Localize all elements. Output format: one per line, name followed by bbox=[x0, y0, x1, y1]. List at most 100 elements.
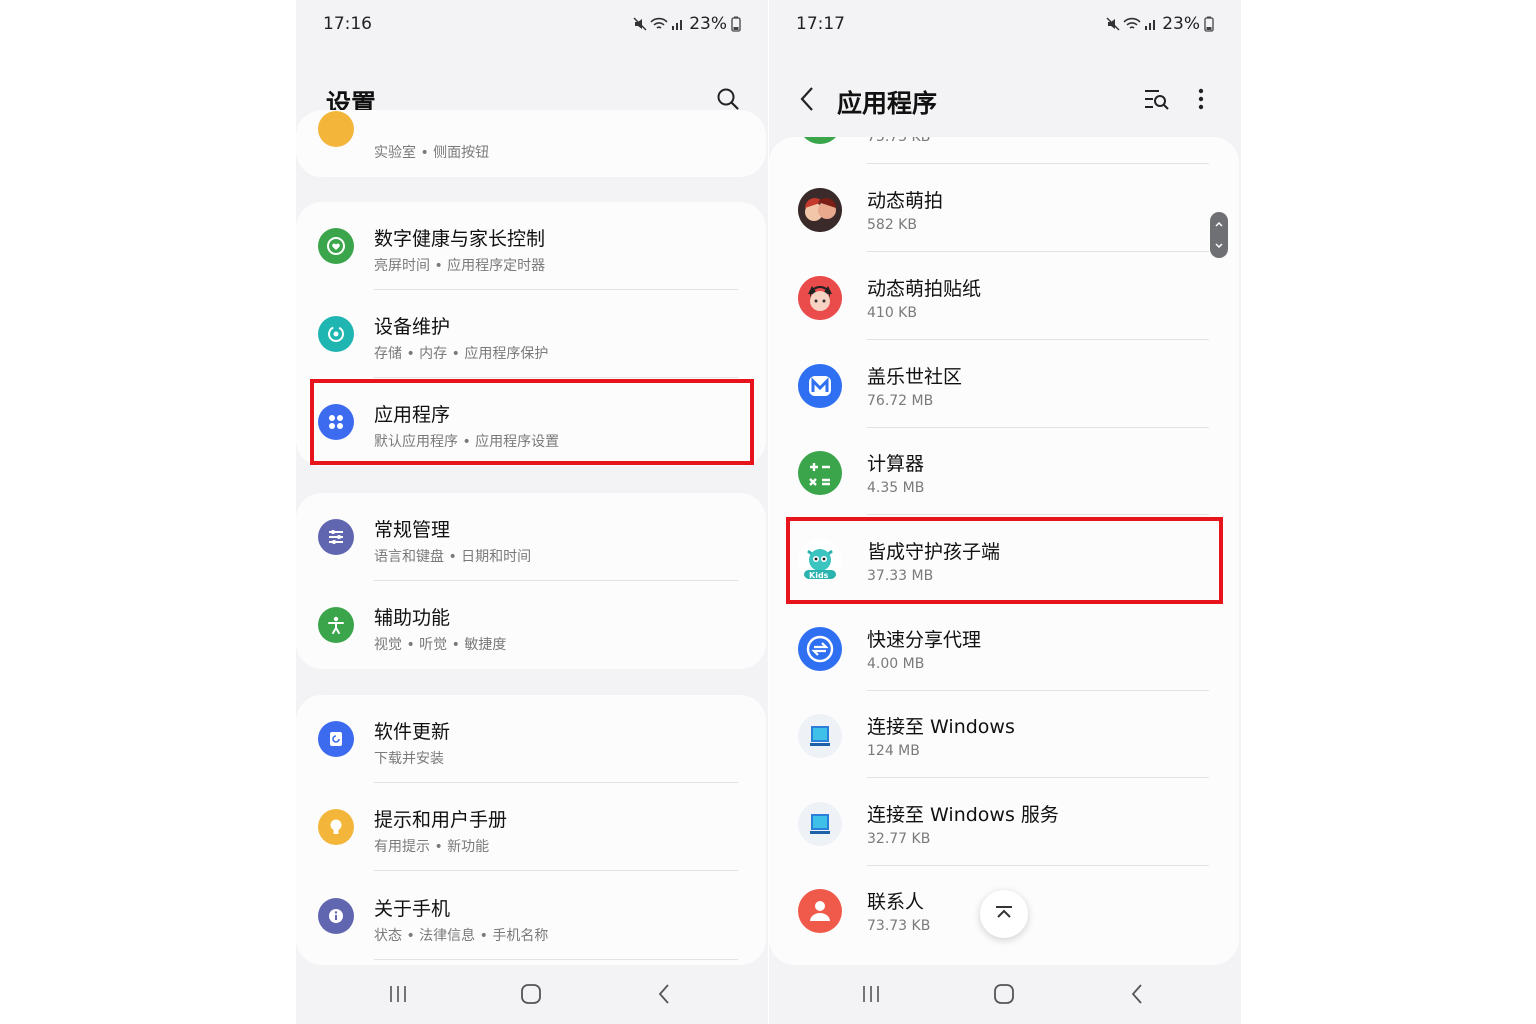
app-size: 4.35 MB bbox=[867, 480, 925, 496]
app-name: 盖乐世社区 bbox=[867, 366, 963, 388]
ar-emoji-stickers-icon bbox=[798, 276, 842, 320]
contacts-icon bbox=[798, 889, 842, 933]
settings-row-digital-wellbeing[interactable]: 数字健康与家长控制 亮屏时间 • 应用程序定时器 bbox=[296, 202, 766, 290]
back-button[interactable] bbox=[1121, 980, 1153, 1008]
battery-icon bbox=[1204, 16, 1214, 32]
row-title: 设备维护 bbox=[374, 316, 451, 338]
navigation-bar bbox=[769, 966, 1241, 1024]
wifi-icon bbox=[1123, 17, 1141, 29]
link-to-windows-service-icon bbox=[798, 802, 842, 846]
scroll-to-top-button[interactable] bbox=[980, 890, 1028, 938]
row-title: 软件更新 bbox=[374, 721, 451, 743]
app-row-ar-emoji-stickers[interactable]: 动态萌拍贴纸 410 KB bbox=[769, 252, 1239, 340]
recent-apps-icon bbox=[863, 986, 879, 1002]
status-indicators: 23% bbox=[633, 14, 741, 34]
app-size: 73.73 KB bbox=[867, 918, 931, 934]
divider bbox=[374, 870, 738, 871]
about-phone-icon bbox=[318, 898, 354, 934]
settings-row-general-management[interactable]: 常规管理 语言和键盘 • 日期和时间 bbox=[296, 493, 766, 581]
row-title: 常规管理 bbox=[374, 519, 451, 541]
app-name: 计算器 bbox=[867, 453, 925, 475]
navigation-bar bbox=[296, 966, 768, 1024]
status-bar: 17:16 23% bbox=[323, 14, 741, 38]
app-size: 124 MB bbox=[867, 743, 920, 759]
galaxy-members-icon bbox=[798, 364, 842, 408]
signal-icon bbox=[672, 20, 683, 30]
settings-group-2: 常规管理 语言和键盘 • 日期和时间 辅助功能 视觉 • 听觉 • 敏捷度 bbox=[296, 493, 766, 669]
back-icon bbox=[658, 984, 669, 1004]
battery-percent: 23% bbox=[1162, 14, 1200, 34]
row-title: 提示和用户手册 bbox=[374, 809, 508, 831]
app-size: 32.77 KB bbox=[867, 831, 931, 847]
device-care-icon bbox=[318, 316, 354, 352]
app-size: 582 KB bbox=[867, 217, 917, 233]
app-size: 410 KB bbox=[867, 305, 917, 321]
highlight-box bbox=[786, 517, 1223, 604]
row-subtitle: 状态 • 法律信息 • 手机名称 bbox=[374, 928, 549, 944]
settings-group-advanced: 实验室 • 侧面按钮 bbox=[296, 110, 766, 177]
app-row-link-to-windows-service[interactable]: 连接至 Windows 服务 32.77 KB bbox=[769, 778, 1239, 866]
settings-row-accessibility[interactable]: 辅助功能 视觉 • 听觉 • 敏捷度 bbox=[296, 581, 766, 669]
apps-screen: 17:17 23% 应用程序 73.73 KB 动态萌拍 582 KB 动态萌拍… bbox=[769, 0, 1241, 1024]
row-subtitle: 存储 • 内存 • 应用程序保护 bbox=[374, 346, 549, 362]
battery-percent: 23% bbox=[689, 14, 727, 34]
app-row-partial[interactable]: 73.73 KB bbox=[769, 137, 1239, 164]
settings-row-software-update[interactable]: 软件更新 下载并安装 bbox=[296, 695, 766, 783]
row-subtitle: 下载并安装 bbox=[374, 751, 444, 767]
battery-icon bbox=[731, 16, 741, 32]
back-arrow-icon[interactable] bbox=[799, 86, 815, 112]
advanced-features-icon bbox=[318, 111, 354, 147]
status-indicators: 23% bbox=[1106, 14, 1214, 34]
recent-apps-icon bbox=[390, 986, 406, 1002]
app-size: 73.73 KB bbox=[867, 137, 931, 145]
recent-apps-button[interactable] bbox=[855, 980, 887, 1008]
quick-share-icon bbox=[798, 627, 842, 671]
row-subtitle: 视觉 • 听觉 • 敏捷度 bbox=[374, 637, 507, 653]
signal-icon bbox=[1145, 20, 1156, 30]
app-name: 动态萌拍贴纸 bbox=[867, 278, 982, 300]
row-title: 关于手机 bbox=[374, 898, 451, 920]
home-button[interactable] bbox=[988, 980, 1020, 1008]
settings-screen: 17:16 23% 设置 实验室 • 侧面按钮 数字健康与家长控制 亮屏时间 •… bbox=[296, 0, 768, 1024]
row-subtitle: 实验室 • 侧面按钮 bbox=[374, 145, 490, 161]
row-title: 辅助功能 bbox=[374, 607, 451, 629]
settings-row-about-phone[interactable]: 关于手机 状态 • 法律信息 • 手机名称 bbox=[296, 872, 766, 960]
digital-wellbeing-icon bbox=[318, 228, 354, 264]
status-time: 17:16 bbox=[323, 14, 372, 34]
app-name: 快速分享代理 bbox=[867, 629, 982, 651]
app-row-link-to-windows[interactable]: 连接至 Windows 124 MB bbox=[769, 690, 1239, 778]
row-subtitle: 语言和键盘 • 日期和时间 bbox=[374, 549, 532, 565]
search-icon[interactable] bbox=[716, 87, 740, 111]
settings-row-tips[interactable]: 提示和用户手册 有用提示 • 新功能 bbox=[296, 783, 766, 871]
app-name: 动态萌拍 bbox=[867, 190, 944, 212]
status-bar: 17:17 23% bbox=[796, 14, 1214, 38]
app-size: 4.00 MB bbox=[867, 656, 925, 672]
app-icon bbox=[798, 137, 842, 144]
row-title: 数字健康与家长控制 bbox=[374, 228, 546, 250]
app-row-quick-share[interactable]: 快速分享代理 4.00 MB bbox=[769, 603, 1239, 691]
filter-search-icon[interactable] bbox=[1143, 88, 1171, 110]
mute-icon bbox=[633, 17, 647, 31]
settings-row-advanced[interactable]: 实验室 • 侧面按钮 bbox=[296, 110, 766, 177]
accessibility-icon bbox=[318, 607, 354, 643]
app-row-calculator[interactable]: 计算器 4.35 MB bbox=[769, 427, 1239, 515]
mute-icon bbox=[1106, 17, 1120, 31]
app-row-galaxy-members[interactable]: 盖乐世社区 76.72 MB bbox=[769, 340, 1239, 428]
row-subtitle: 亮屏时间 • 应用程序定时器 bbox=[374, 258, 546, 274]
status-time: 17:17 bbox=[796, 14, 845, 34]
home-button[interactable] bbox=[515, 980, 547, 1008]
back-button[interactable] bbox=[648, 980, 680, 1008]
highlight-box bbox=[310, 379, 754, 465]
settings-row-device-care[interactable]: 设备维护 存储 • 内存 • 应用程序保护 bbox=[296, 290, 766, 378]
page-title: 应用程序 bbox=[837, 89, 938, 118]
settings-group-3: 软件更新 下载并安装 提示和用户手册 有用提示 • 新功能 关于手机 状态 • … bbox=[296, 695, 766, 965]
fast-scroll-handle[interactable] bbox=[1210, 212, 1228, 258]
ar-emoji-icon bbox=[798, 188, 842, 232]
home-icon bbox=[994, 984, 1014, 1004]
app-name: 连接至 Windows 服务 bbox=[867, 804, 1059, 826]
app-size: 76.72 MB bbox=[867, 393, 934, 409]
more-options-icon[interactable] bbox=[1197, 87, 1205, 111]
app-row-ar-emoji[interactable]: 动态萌拍 582 KB bbox=[769, 164, 1239, 252]
tips-icon bbox=[318, 809, 354, 845]
recent-apps-button[interactable] bbox=[382, 980, 414, 1008]
